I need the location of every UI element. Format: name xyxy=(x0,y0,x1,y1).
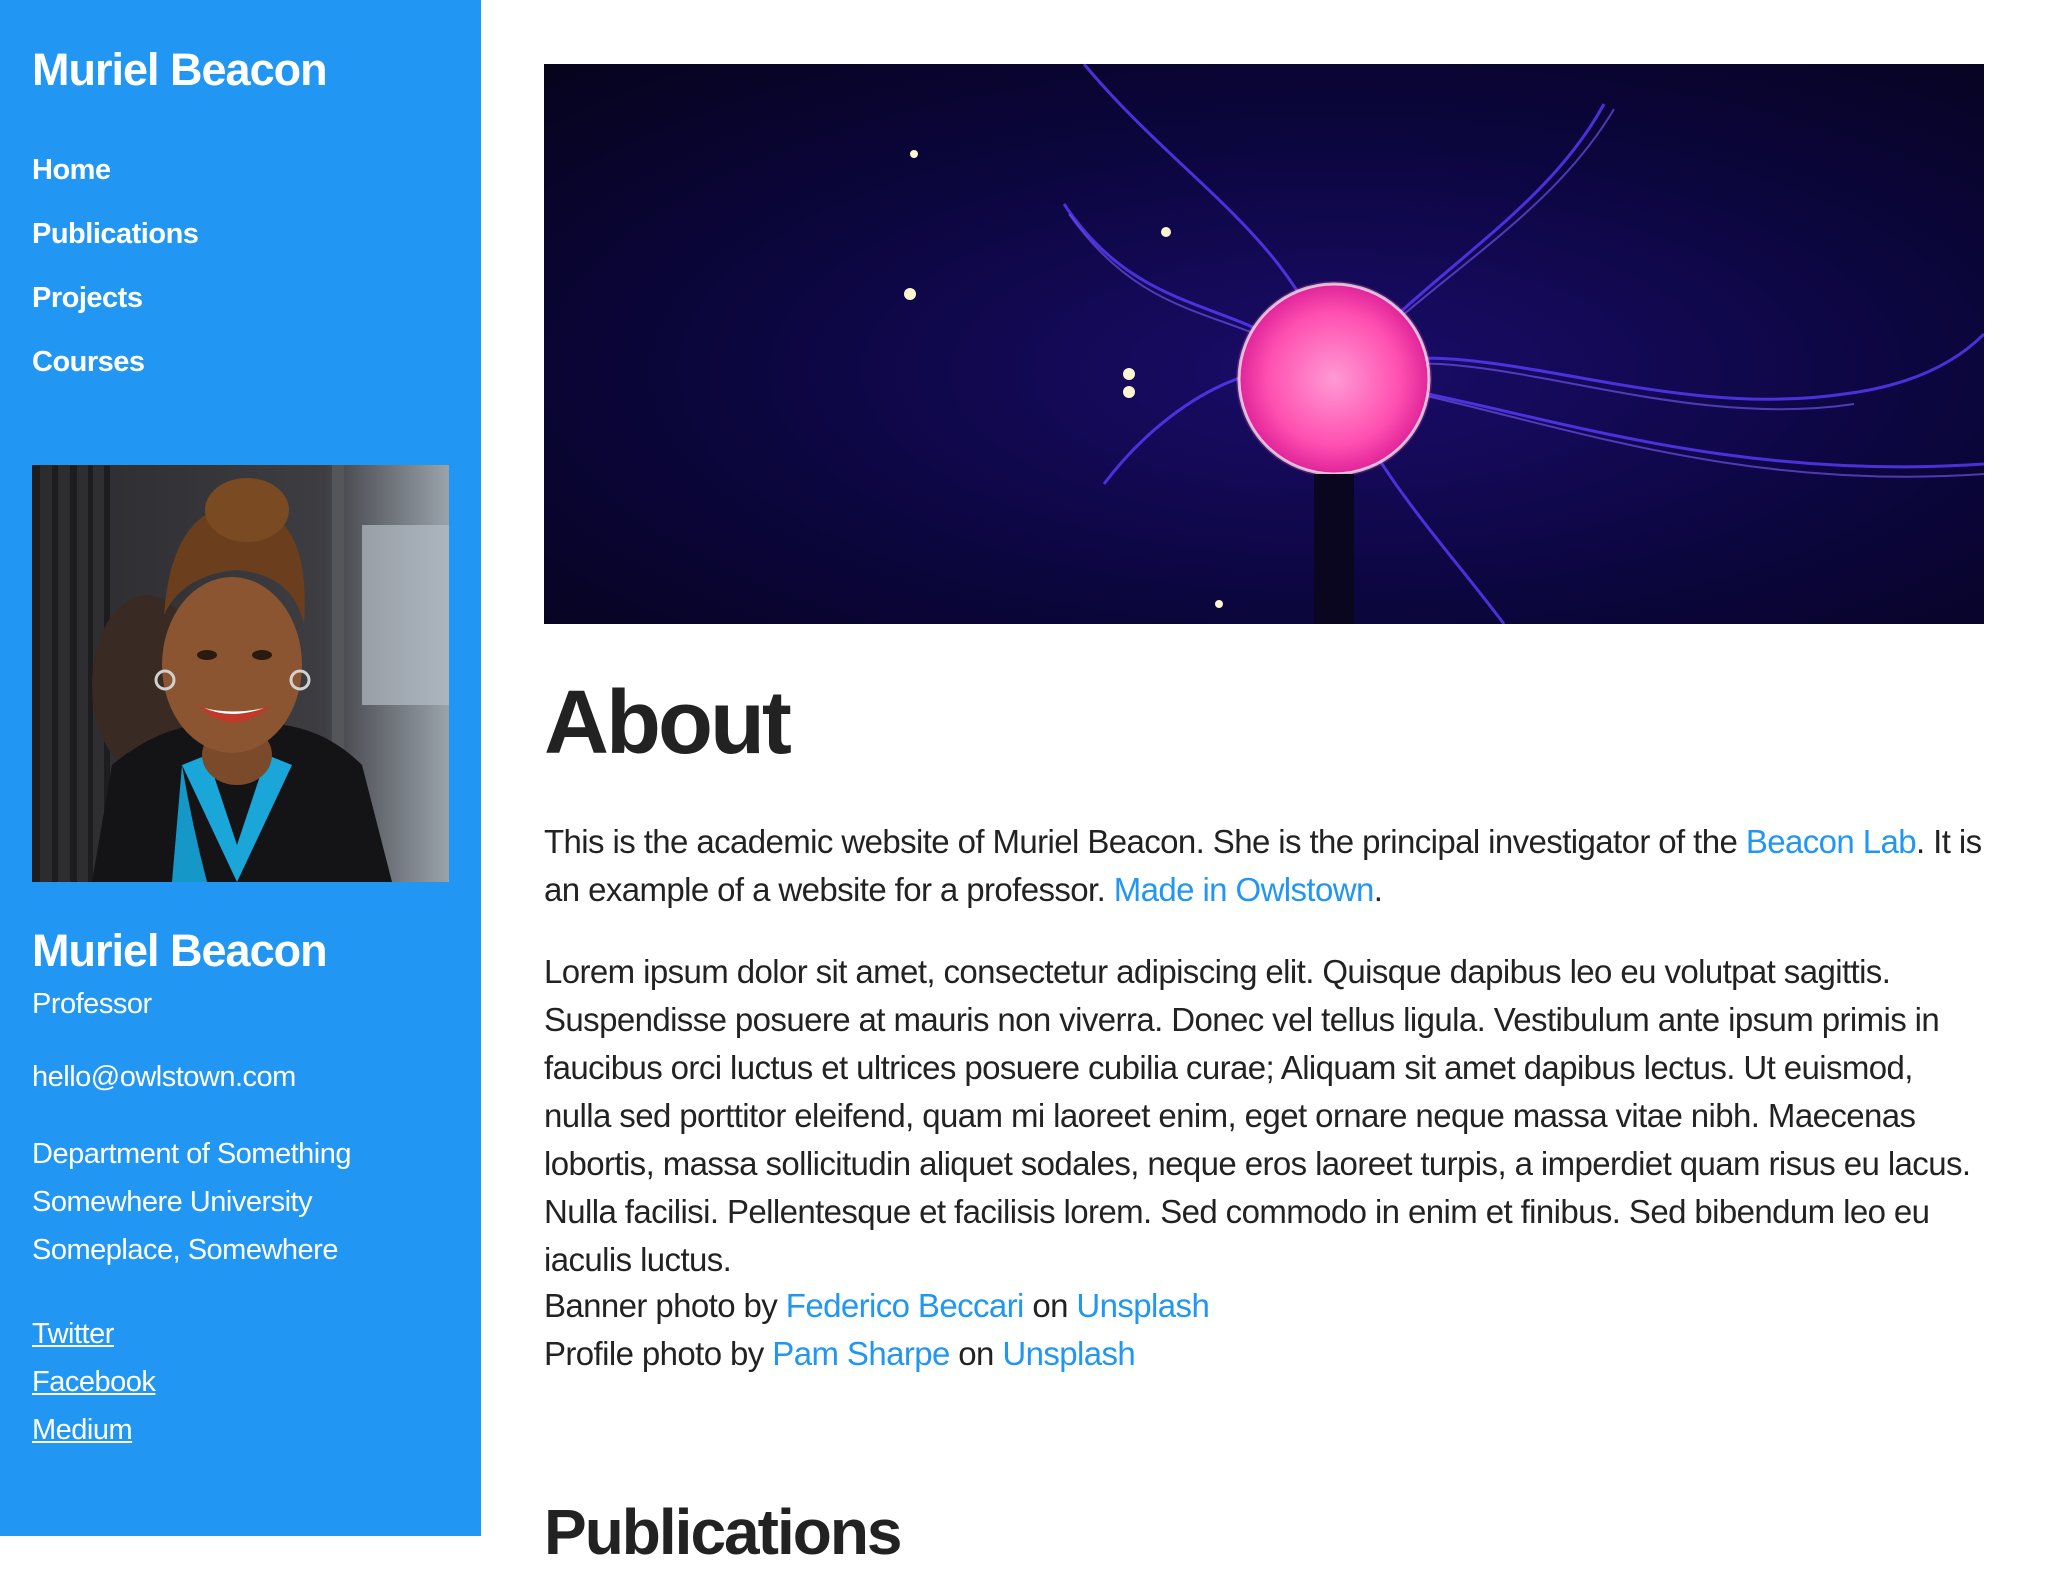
address-location: Someplace, Somewhere xyxy=(32,1234,338,1266)
site-title[interactable]: Muriel Beacon xyxy=(32,44,328,96)
credit-on-text-2: on xyxy=(949,1335,1003,1372)
about-intro-text-1: This is the academic website of Muriel B… xyxy=(544,823,1746,860)
nav-item-publications[interactable]: Publications xyxy=(32,202,199,266)
photo-credits: Banner photo by Federico Beccari on Unsp… xyxy=(544,1282,1984,1378)
banner-credit-text: Banner photo by xyxy=(544,1287,786,1324)
address-university: Somewhere University xyxy=(32,1186,313,1218)
unsplash-link-1[interactable]: Unsplash xyxy=(1076,1287,1209,1324)
facebook-link[interactable]: Facebook xyxy=(32,1358,156,1406)
profile-role: Professor xyxy=(32,988,152,1020)
profile-photo xyxy=(32,465,449,882)
federico-beccari-link[interactable]: Federico Beccari xyxy=(786,1287,1025,1324)
owlstown-link[interactable]: Made in Owlstown xyxy=(1114,871,1375,908)
social-links: Twitter Facebook Medium xyxy=(32,1310,156,1454)
about-heading: About xyxy=(544,673,792,773)
nav-item-home[interactable]: Home xyxy=(32,138,198,202)
profile-email[interactable]: hello@owlstown.com xyxy=(32,1061,296,1094)
about-lorem: Lorem ipsum dolor sit amet, consectetur … xyxy=(544,953,1971,1278)
nav-item-projects[interactable]: Projects xyxy=(32,266,198,330)
banner-image xyxy=(544,64,1984,624)
profile-name: Muriel Beacon xyxy=(32,925,328,976)
twitter-link[interactable]: Twitter xyxy=(32,1310,155,1358)
nav-item-courses[interactable]: Courses xyxy=(32,330,198,394)
profile-address: Department of Something Somewhere Univer… xyxy=(32,1130,351,1274)
main-content: About This is the academic website of Mu… xyxy=(544,0,1984,1568)
medium-link[interactable]: Medium xyxy=(32,1406,155,1454)
about-intro: This is the academic website of Muriel B… xyxy=(544,818,1984,914)
publications-heading: Publications xyxy=(544,1496,902,1568)
sidebar: Muriel Beacon Home Publications Projects… xyxy=(0,0,481,1536)
pam-sharpe-link[interactable]: Pam Sharpe xyxy=(772,1335,950,1372)
profile-credit-text: Profile photo by xyxy=(544,1335,773,1372)
credit-on-text: on xyxy=(1023,1287,1077,1324)
unsplash-link-2[interactable]: Unsplash xyxy=(1002,1335,1135,1372)
address-department: Department of Something xyxy=(32,1138,351,1170)
main-nav: Home Publications Projects Courses xyxy=(32,138,199,394)
about-intro-text-3: . xyxy=(1373,871,1383,908)
beacon-lab-link[interactable]: Beacon Lab xyxy=(1746,823,1917,860)
